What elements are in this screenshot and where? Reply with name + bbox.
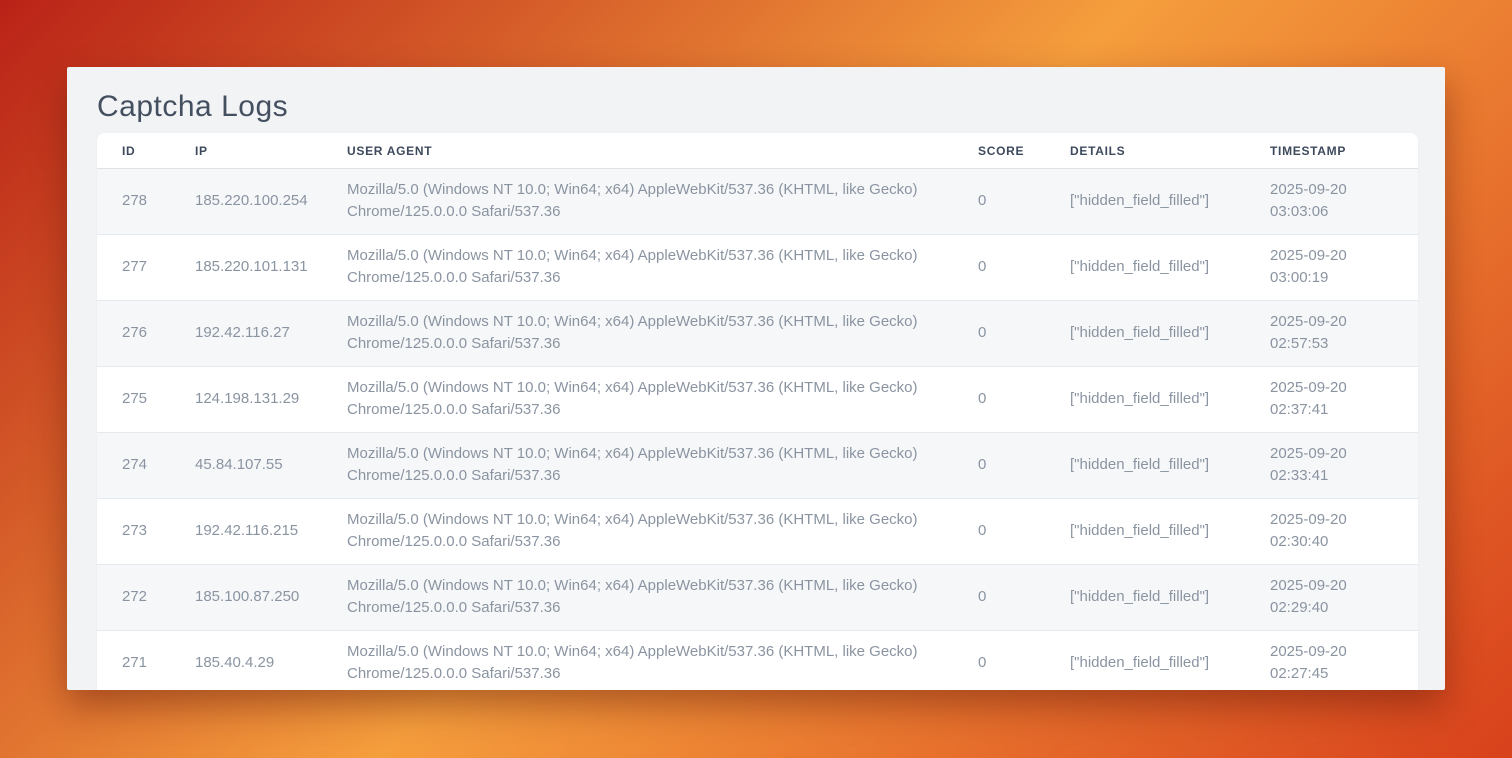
table-row: 275 124.198.131.29 Mozilla/5.0 (Windows …: [97, 367, 1418, 433]
cell-id: 271: [97, 631, 170, 691]
cell-details: ["hidden_field_filled"]: [1045, 367, 1245, 433]
cell-timestamp: 2025-09-20 02:57:53: [1245, 301, 1418, 367]
cell-user-agent: Mozilla/5.0 (Windows NT 10.0; Win64; x64…: [322, 499, 953, 565]
cell-id: 276: [97, 301, 170, 367]
cell-id: 273: [97, 499, 170, 565]
cell-user-agent: Mozilla/5.0 (Windows NT 10.0; Win64; x64…: [322, 367, 953, 433]
cell-score: 0: [953, 499, 1045, 565]
column-header-user-agent: USER AGENT: [322, 133, 953, 169]
cell-score: 0: [953, 367, 1045, 433]
cell-ip: 185.220.101.131: [170, 235, 322, 301]
captcha-logs-card: Captcha Logs ID IP USER AGENT SCORE DETA…: [67, 67, 1445, 690]
cell-ip: 124.198.131.29: [170, 367, 322, 433]
cell-timestamp: 2025-09-20 02:27:45: [1245, 631, 1418, 691]
cell-timestamp: 2025-09-20 03:03:06: [1245, 169, 1418, 235]
captcha-logs-table-container: ID IP USER AGENT SCORE DETAILS TIMESTAMP…: [97, 133, 1418, 690]
cell-details: ["hidden_field_filled"]: [1045, 301, 1245, 367]
cell-id: 275: [97, 367, 170, 433]
cell-ip: 185.220.100.254: [170, 169, 322, 235]
cell-user-agent: Mozilla/5.0 (Windows NT 10.0; Win64; x64…: [322, 301, 953, 367]
cell-user-agent: Mozilla/5.0 (Windows NT 10.0; Win64; x64…: [322, 235, 953, 301]
table-row: 272 185.100.87.250 Mozilla/5.0 (Windows …: [97, 565, 1418, 631]
cell-user-agent: Mozilla/5.0 (Windows NT 10.0; Win64; x64…: [322, 433, 953, 499]
cell-details: ["hidden_field_filled"]: [1045, 565, 1245, 631]
table-row: 277 185.220.101.131 Mozilla/5.0 (Windows…: [97, 235, 1418, 301]
page-title: Captcha Logs: [67, 67, 1445, 125]
cell-timestamp: 2025-09-20 02:30:40: [1245, 499, 1418, 565]
cell-score: 0: [953, 631, 1045, 691]
column-header-timestamp: TIMESTAMP: [1245, 133, 1418, 169]
cell-ip: 185.100.87.250: [170, 565, 322, 631]
cell-timestamp: 2025-09-20 02:37:41: [1245, 367, 1418, 433]
cell-ip: 192.42.116.215: [170, 499, 322, 565]
table-header-row: ID IP USER AGENT SCORE DETAILS TIMESTAMP: [97, 133, 1418, 169]
column-header-details: DETAILS: [1045, 133, 1245, 169]
cell-details: ["hidden_field_filled"]: [1045, 235, 1245, 301]
cell-score: 0: [953, 301, 1045, 367]
cell-id: 272: [97, 565, 170, 631]
cell-details: ["hidden_field_filled"]: [1045, 169, 1245, 235]
table-row: 278 185.220.100.254 Mozilla/5.0 (Windows…: [97, 169, 1418, 235]
cell-score: 0: [953, 235, 1045, 301]
cell-score: 0: [953, 565, 1045, 631]
cell-id: 278: [97, 169, 170, 235]
cell-id: 274: [97, 433, 170, 499]
cell-details: ["hidden_field_filled"]: [1045, 631, 1245, 691]
column-header-ip: IP: [170, 133, 322, 169]
cell-details: ["hidden_field_filled"]: [1045, 499, 1245, 565]
table-row: 274 45.84.107.55 Mozilla/5.0 (Windows NT…: [97, 433, 1418, 499]
cell-timestamp: 2025-09-20 03:00:19: [1245, 235, 1418, 301]
column-header-score: SCORE: [953, 133, 1045, 169]
cell-ip: 185.40.4.29: [170, 631, 322, 691]
cell-user-agent: Mozilla/5.0 (Windows NT 10.0; Win64; x64…: [322, 169, 953, 235]
table-body: 278 185.220.100.254 Mozilla/5.0 (Windows…: [97, 169, 1418, 691]
cell-details: ["hidden_field_filled"]: [1045, 433, 1245, 499]
cell-user-agent: Mozilla/5.0 (Windows NT 10.0; Win64; x64…: [322, 565, 953, 631]
page-background: { "page": { "title": "Captcha Logs" }, "…: [0, 0, 1512, 758]
cell-user-agent: Mozilla/5.0 (Windows NT 10.0; Win64; x64…: [322, 631, 953, 691]
cell-timestamp: 2025-09-20 02:29:40: [1245, 565, 1418, 631]
cell-timestamp: 2025-09-20 02:33:41: [1245, 433, 1418, 499]
cell-score: 0: [953, 169, 1045, 235]
table-header: ID IP USER AGENT SCORE DETAILS TIMESTAMP: [97, 133, 1418, 169]
table-row: 271 185.40.4.29 Mozilla/5.0 (Windows NT …: [97, 631, 1418, 691]
column-header-id: ID: [97, 133, 170, 169]
table-row: 273 192.42.116.215 Mozilla/5.0 (Windows …: [97, 499, 1418, 565]
cell-ip: 45.84.107.55: [170, 433, 322, 499]
table-row: 276 192.42.116.27 Mozilla/5.0 (Windows N…: [97, 301, 1418, 367]
cell-score: 0: [953, 433, 1045, 499]
cell-ip: 192.42.116.27: [170, 301, 322, 367]
captcha-logs-table: ID IP USER AGENT SCORE DETAILS TIMESTAMP…: [97, 133, 1418, 690]
cell-id: 277: [97, 235, 170, 301]
